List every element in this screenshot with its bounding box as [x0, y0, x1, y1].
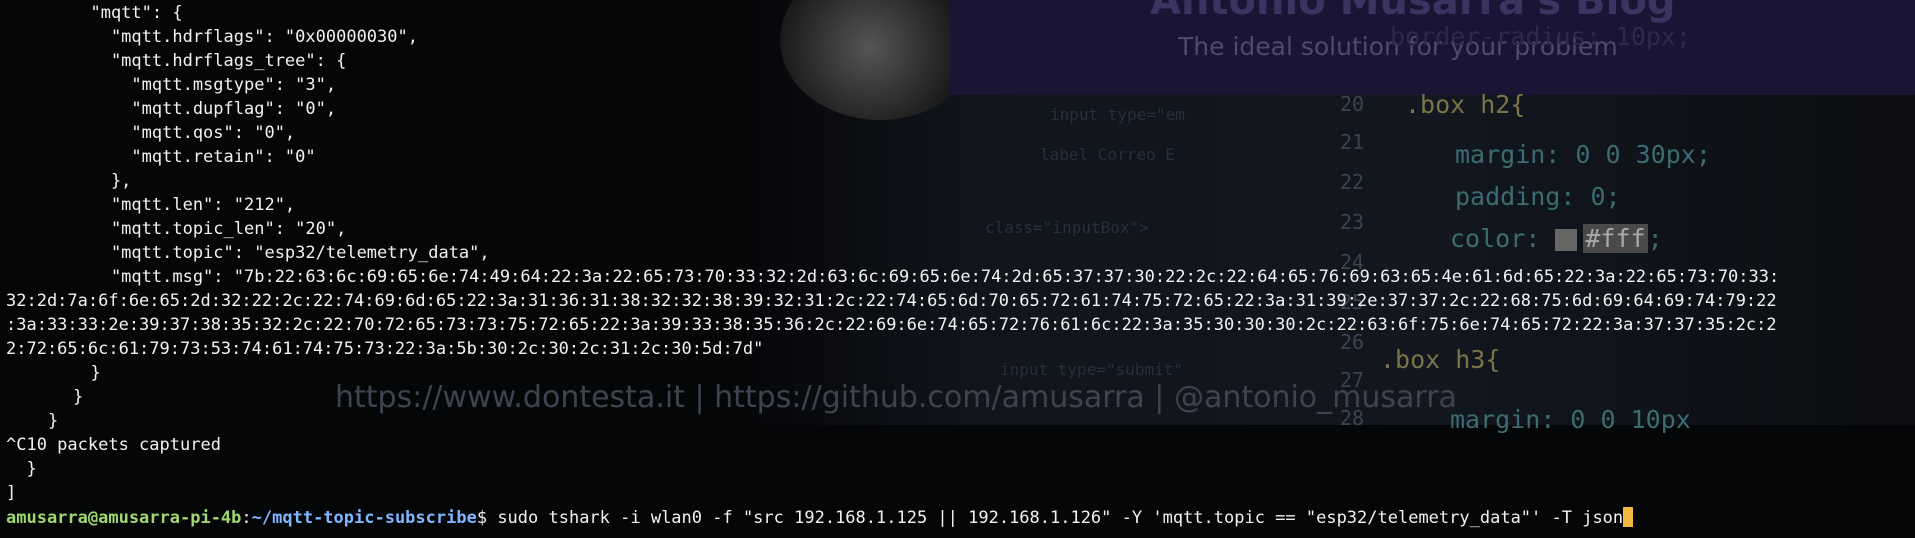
- terminal-output-line: },: [70, 171, 132, 191]
- terminal-output-line: "mqtt.msgtype": "3",: [70, 75, 337, 95]
- terminal-output-line: }: [48, 411, 59, 431]
- terminal-output-line: "mqtt.topic_len": "20",: [70, 219, 347, 239]
- terminal-prompt-line[interactable]: amusarra@amusarra-pi-4b:~/mqtt-topic-sub…: [6, 506, 1634, 530]
- terminal-output-line: :3a:33:33:2e:39:37:38:35:32:2c:22:70:72:…: [6, 315, 1777, 335]
- prompt-path: ~/mqtt-topic-subscribe: [251, 508, 477, 528]
- terminal-output-line: "mqtt": {: [70, 3, 183, 23]
- terminal-output-line: "mqtt.dupflag": "0",: [70, 99, 337, 119]
- terminal-output-line: ^C10 packets captured: [6, 435, 221, 455]
- terminal-output-line: 32:2d:7a:6f:6e:65:2d:32:22:2c:22:74:69:6…: [6, 291, 1777, 311]
- terminal-output-line: "mqtt.hdrflags_tree": {: [70, 51, 347, 71]
- prompt-symbol: $: [476, 508, 488, 528]
- terminal-window[interactable]: "mqtt": { "mqtt.hdrflags": "0x00000030",…: [0, 0, 1915, 538]
- terminal-output-line: "mqtt.hdrflags": "0x00000030",: [70, 27, 418, 47]
- terminal-output-line: "mqtt.retain": "0": [70, 147, 316, 167]
- terminal-command-input[interactable]: sudo tshark -i wlan0 -f "src 192.168.1.1…: [487, 508, 1623, 528]
- terminal-output-line: ]: [6, 483, 17, 503]
- terminal-output-line: }: [73, 387, 84, 407]
- terminal-output-line: "mqtt.qos": "0",: [70, 123, 296, 143]
- terminal-output-line: }: [6, 459, 37, 479]
- prompt-user-host: amusarra@amusarra-pi-4b: [6, 508, 242, 528]
- prompt-separator: :: [241, 508, 252, 528]
- terminal-output-line: 2:72:65:6c:61:79:73:53:74:61:74:75:73:22…: [6, 339, 764, 359]
- terminal-output-line: }: [70, 363, 101, 383]
- terminal-cursor: [1623, 507, 1634, 527]
- terminal-output-line: "mqtt.len": "212",: [70, 195, 296, 215]
- terminal-output-line: "mqtt.topic": "esp32/telemetry_data",: [70, 243, 490, 263]
- terminal-output-line: "mqtt.msg": "7b:22:63:6c:69:65:6e:74:49:…: [70, 267, 1780, 287]
